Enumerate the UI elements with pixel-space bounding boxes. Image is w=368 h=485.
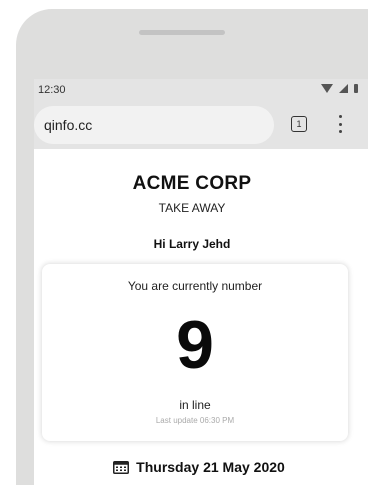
page-content: ACME CORP TAKE AWAY Hi Larry Jehd You ar… bbox=[34, 149, 368, 485]
queue-number: 9 bbox=[176, 307, 214, 383]
status-time: 12:30 bbox=[38, 84, 66, 96]
phone-speaker bbox=[139, 30, 225, 35]
signal-icon bbox=[339, 84, 348, 93]
last-update-time: Last update 06:30 PM bbox=[155, 416, 235, 425]
address-bar-url[interactable]: qinfo.cc bbox=[44, 117, 92, 133]
date-row: Thursday 21 May 2020 bbox=[34, 459, 364, 475]
service-type: TAKE AWAY bbox=[158, 201, 226, 215]
queue-suffix: in line bbox=[179, 398, 211, 412]
customer-greeting: Hi Larry Jehd bbox=[153, 237, 231, 251]
date-text: Thursday 21 May 2020 bbox=[136, 459, 285, 475]
battery-icon bbox=[354, 84, 358, 93]
browser-toolbar: qinfo.cc 1 bbox=[34, 101, 368, 149]
phone-screen: 12:30 qinfo.cc 1 ACME CORP TAKE AWAY Hi … bbox=[34, 79, 368, 485]
tab-switcher-button[interactable]: 1 bbox=[291, 116, 307, 132]
queue-heading: You are currently number bbox=[127, 279, 263, 293]
company-name: ACME CORP bbox=[132, 173, 252, 194]
phone-frame: 12:30 qinfo.cc 1 ACME CORP TAKE AWAY Hi … bbox=[16, 9, 368, 485]
status-bar: 12:30 bbox=[34, 79, 368, 101]
queue-card: You are currently number 9 in line Last … bbox=[42, 264, 348, 441]
calendar-icon bbox=[113, 461, 130, 474]
more-vert-icon[interactable] bbox=[334, 115, 346, 133]
wifi-icon bbox=[321, 84, 333, 93]
address-bar[interactable]: qinfo.cc bbox=[34, 106, 274, 144]
status-icons bbox=[321, 84, 358, 93]
